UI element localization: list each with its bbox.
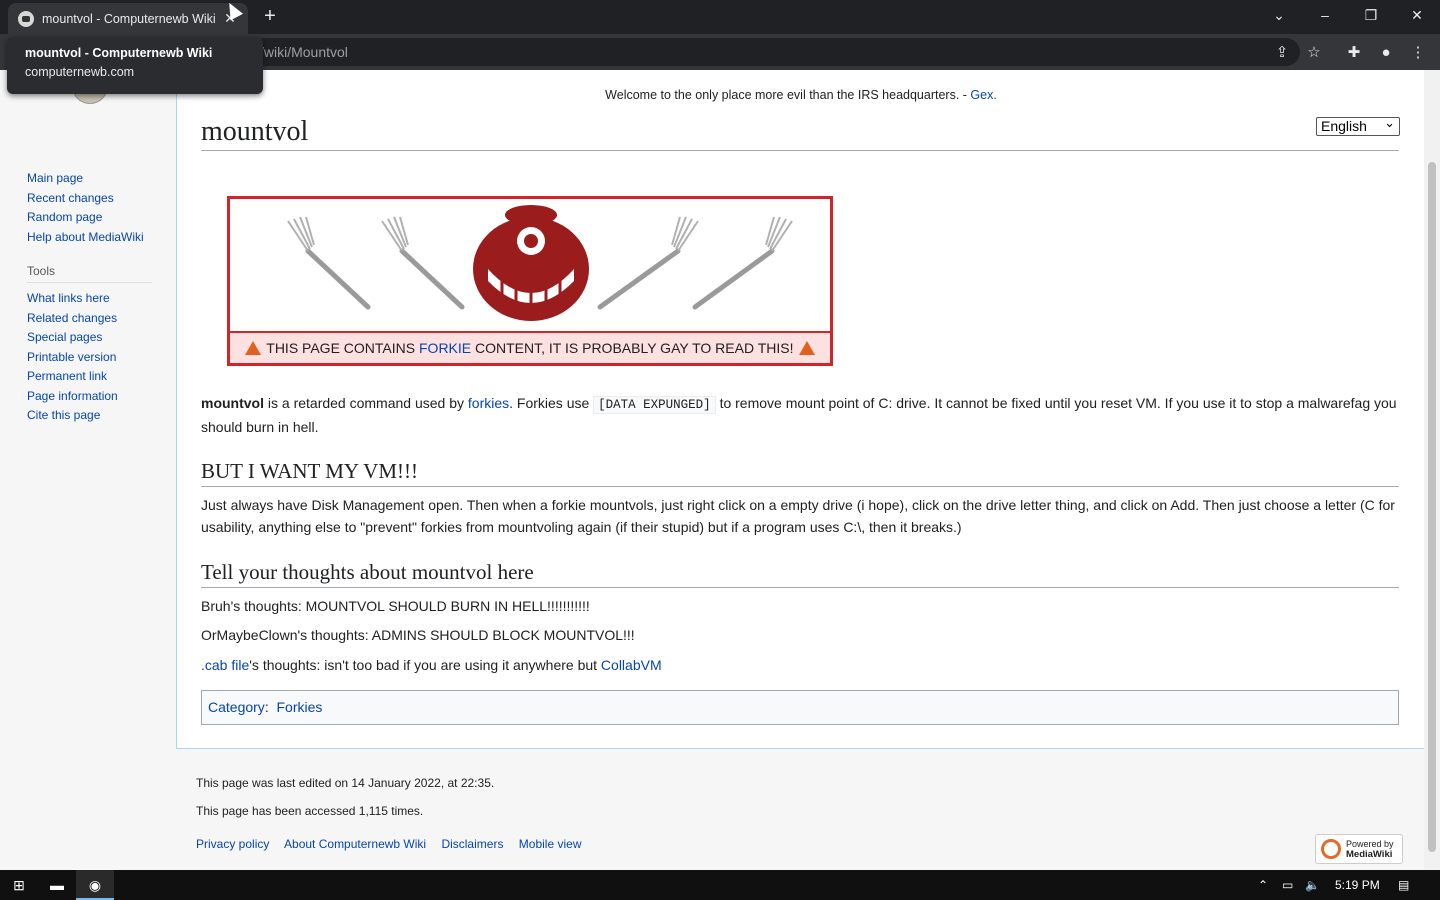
footer-mobile-view-link[interactable]: Mobile view <box>519 837 582 851</box>
footer-accessed: This page has been accessed 1,115 times. <box>196 804 424 818</box>
sidebar-item-recent-changes[interactable]: Recent changes <box>27 189 167 209</box>
category-forkies-link[interactable]: Forkies <box>276 699 322 715</box>
sidebar-item-permanent-link[interactable]: Permanent link <box>27 367 167 387</box>
network-icon[interactable]: ▭ <box>1282 870 1293 900</box>
minimize-icon[interactable]: – <box>1302 0 1348 30</box>
volume-icon[interactable]: 🔈 <box>1305 870 1320 900</box>
sidebar-item-related-changes[interactable]: Related changes <box>27 309 167 329</box>
mediawiki-text: MediaWiki <box>1346 848 1393 860</box>
forks-and-emblem-icon <box>287 205 793 321</box>
sidebar-nav: Main page Recent changes Random page Hel… <box>27 169 167 247</box>
chrome-icon[interactable]: ◉ <box>76 870 114 900</box>
category-links: Category: Forkies <box>201 690 1399 725</box>
restore-icon[interactable]: ❐ <box>1348 0 1394 30</box>
bookmark-star-icon[interactable]: ☆ <box>1303 42 1325 64</box>
thought-3: .cab file's thoughts: isn't too bad if y… <box>201 654 1401 676</box>
start-icon[interactable]: ⊞ <box>0 870 38 900</box>
browser-tab[interactable]: mountvol - Computernewb Wiki ✕ <box>8 3 248 34</box>
footer-last-edited: This page was last edited on 14 January … <box>196 776 495 790</box>
heading-thoughts: Tell your thoughts about mountvol here <box>201 560 1399 588</box>
thought-2: OrMaybeClown's thoughts: ADMINS SHOULD B… <box>201 627 635 643</box>
content-area: Welcome to the only place more evil than… <box>176 70 1424 749</box>
sidebar-item-page-information[interactable]: Page information <box>27 387 167 407</box>
cab-file-link[interactable]: .cab file <box>201 657 249 673</box>
warning-triangle-icon <box>244 341 261 355</box>
heading-vm: BUT I WANT MY VM!!! <box>201 459 1399 487</box>
tools-heading: Tools <box>27 264 152 283</box>
clock[interactable]: 5:19 PM <box>1335 870 1380 900</box>
site-notice-text: Welcome to the only place more evil than… <box>605 88 971 102</box>
notifications-icon[interactable]: ▤ <box>1398 870 1409 900</box>
warning-banner: THIS PAGE CONTAINS FORKIE CONTENT, IT IS… <box>230 331 830 363</box>
sidebar-item-special-pages[interactable]: Special pages <box>27 328 167 348</box>
scrollbar-thumb[interactable] <box>1428 162 1436 852</box>
address-text: /wiki/Mountvol <box>260 44 348 60</box>
intro-paragraph: mountvol is a retarded command used by f… <box>201 392 1401 438</box>
sidebar-item-cite-this-page[interactable]: Cite this page <box>27 406 167 426</box>
page-viewport: Main page Recent changes Random page Hel… <box>0 70 1424 870</box>
tab-strip: mountvol - Computernewb Wiki ✕ + ⌄ – ❐ ✕ <box>0 0 1440 34</box>
thought-3-text: 's thoughts: isn't too bad if you are us… <box>249 657 601 673</box>
tab-title: mountvol - Computernewb Wiki <box>42 11 216 26</box>
new-tab-icon[interactable]: + <box>258 5 282 29</box>
windows-taskbar: ⊞ ▬ ◉ ⌃ ▭ 🔈 5:19 PM ▤ <box>0 870 1440 900</box>
thought-1: Bruh's thoughts: MOUNTVOL SHOULD BURN IN… <box>201 598 590 614</box>
warning-forkie-link[interactable]: FORKIE <box>419 340 471 356</box>
sidebar-item-random-page[interactable]: Random page <box>27 208 167 228</box>
inline-code: [DATA EXPUNGED] <box>593 396 716 414</box>
tab-search-icon[interactable]: ⌄ <box>1256 0 1302 30</box>
warning-triangle-icon <box>799 341 816 355</box>
sidebar-tools: What links here Related changes Special … <box>27 289 167 426</box>
intro-text-2: . Forkies use <box>509 395 594 411</box>
footer-privacy-link[interactable]: Privacy policy <box>196 837 269 851</box>
tooltip-url: computernewb.com <box>25 65 135 79</box>
intro-text-1: is a retarded command used by <box>264 395 468 411</box>
favicon-icon <box>18 10 34 27</box>
intro-bold-term: mountvol <box>201 395 264 411</box>
tray-chevron-icon[interactable]: ⌃ <box>1258 870 1268 900</box>
sidebar: Main page Recent changes Random page Hel… <box>27 70 167 426</box>
forkies-link[interactable]: forkies <box>468 395 509 411</box>
vm-paragraph: Just always have Disk Management open. T… <box>201 497 1395 535</box>
address-bar[interactable]: /wiki/Mountvol <box>140 38 1300 66</box>
footer-about-link[interactable]: About Computernewb Wiki <box>284 837 426 851</box>
profile-icon[interactable]: ● <box>1375 42 1397 64</box>
sidebar-item-main-page[interactable]: Main page <box>27 169 167 189</box>
warning-text-pre: THIS PAGE CONTAINS <box>266 340 419 356</box>
site-notice: Welcome to the only place more evil than… <box>177 88 1424 102</box>
kebab-menu-icon[interactable]: ⋮ <box>1407 42 1429 64</box>
forkie-warning-box: THIS PAGE CONTAINS FORKIE CONTENT, IT IS… <box>227 196 833 366</box>
footer-disclaimers-link[interactable]: Disclaimers <box>441 837 503 851</box>
page-scrollbar[interactable] <box>1424 70 1440 870</box>
sidebar-item-printable-version[interactable]: Printable version <box>27 348 167 368</box>
powered-by-text: Powered by <box>1346 838 1394 849</box>
forkie-banner-image <box>230 199 830 331</box>
mediawiki-logo-icon <box>1321 839 1341 859</box>
sidebar-item-help[interactable]: Help about MediaWiki <box>27 228 167 248</box>
footer-links: Privacy policy About Computernewb Wiki D… <box>196 837 594 851</box>
warning-text-post: CONTENT, IT IS PROBABLY GAY TO READ THIS… <box>471 340 794 356</box>
file-explorer-icon[interactable]: ▬ <box>38 870 76 900</box>
powered-by-mediawiki-badge[interactable]: Powered by MediaWiki <box>1315 834 1403 864</box>
tab-hover-tooltip: mountvol - Computernewb Wiki computernew… <box>7 37 263 94</box>
collabvm-link[interactable]: CollabVM <box>601 657 662 673</box>
extensions-icon[interactable]: ✚ <box>1343 42 1365 64</box>
tooltip-title: mountvol - Computernewb Wiki <box>25 46 213 60</box>
category-label-link[interactable]: Category <box>208 699 265 715</box>
close-window-icon[interactable]: ✕ <box>1394 0 1440 30</box>
site-notice-link[interactable]: Gex. <box>970 88 996 102</box>
share-icon[interactable]: ⇪ <box>1271 42 1293 64</box>
sidebar-item-what-links-here[interactable]: What links here <box>27 289 167 309</box>
page-title: mountvol <box>201 116 1399 151</box>
